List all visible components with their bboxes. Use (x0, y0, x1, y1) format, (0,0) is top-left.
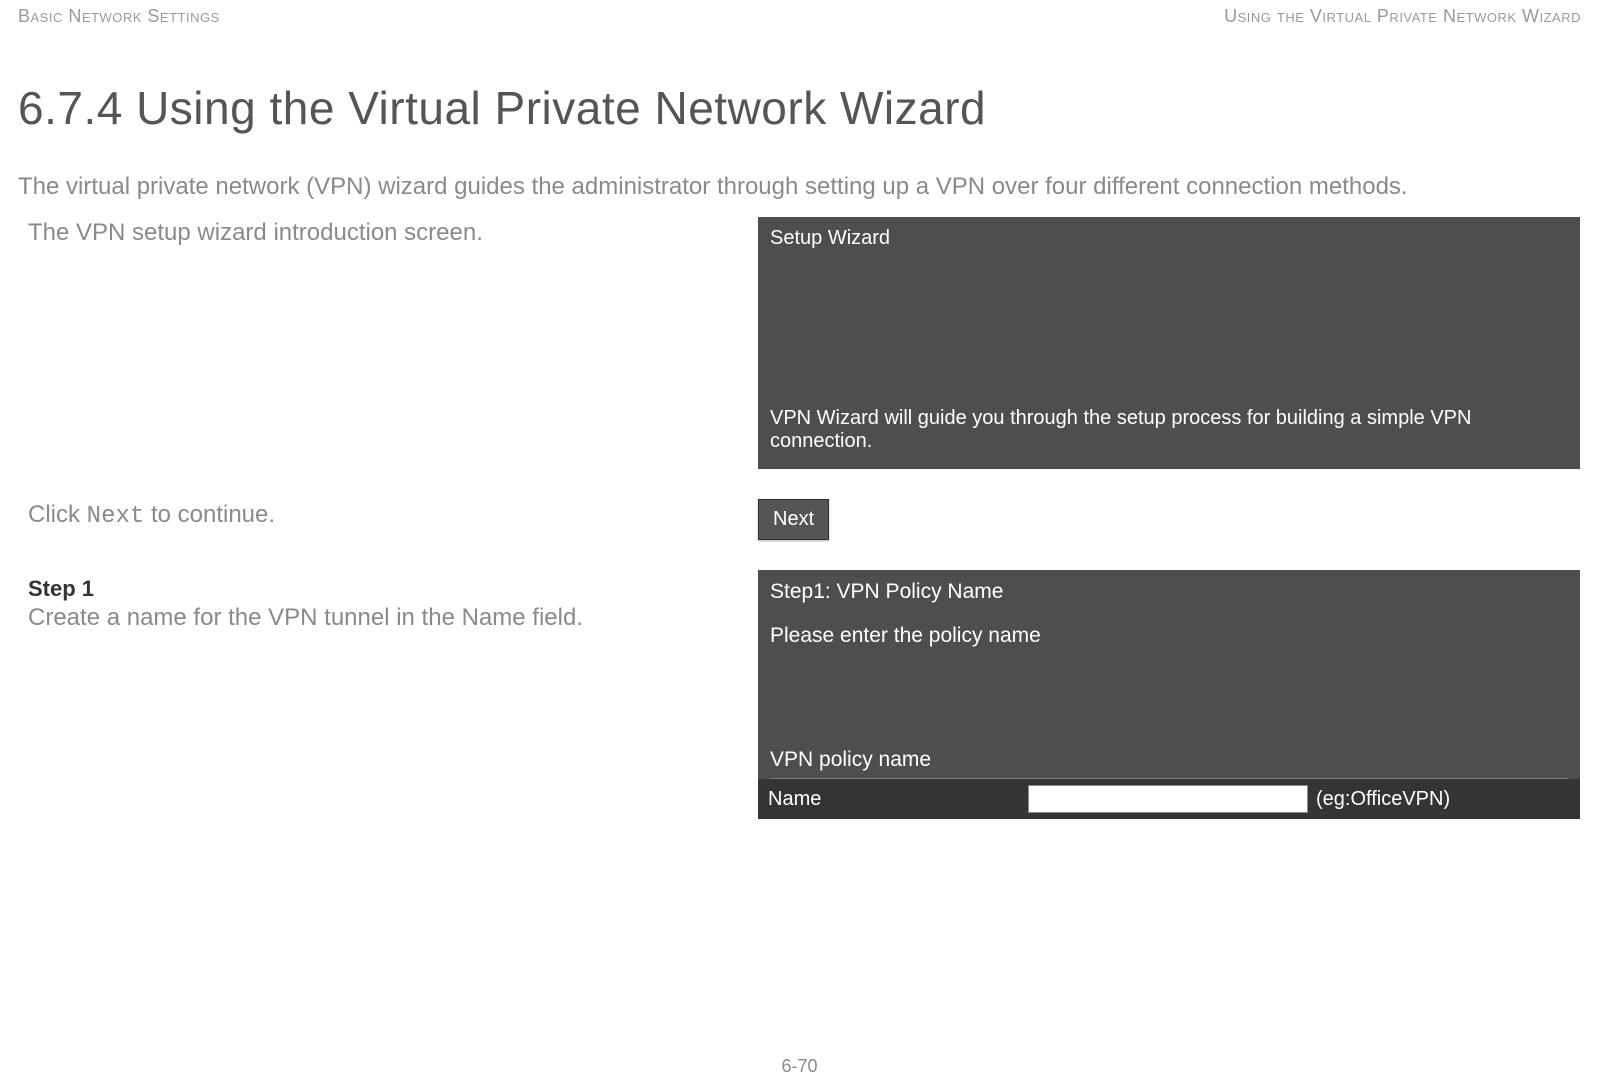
row-click-next: Click Next to continue. Next (18, 499, 1581, 540)
click-next-after: to continue. (144, 501, 275, 528)
next-button[interactable]: Next (758, 499, 829, 540)
wizard-intro-text: VPN Wizard will guide you through the se… (770, 407, 1572, 453)
click-next-caption: Click Next to continue. (18, 499, 738, 533)
wizard-intro-panel: Setup Wizard VPN Wizard will guide you t… (758, 217, 1580, 469)
section-heading: 6.7.4 Using the Virtual Private Network … (18, 81, 1581, 135)
intro-paragraph: The virtual private network (VPN) wizard… (18, 171, 1581, 203)
row-step1: Step 1 Create a name for the VPN tunnel … (18, 570, 1581, 819)
vpn-policy-name-label: VPN policy name (770, 748, 1568, 779)
name-hint: (eg:OfficeVPN) (1316, 788, 1450, 811)
row-intro: The VPN setup wizard introduction screen… (18, 217, 1581, 469)
wizard-intro-title: Setup Wizard (770, 227, 890, 250)
header-left: Basic Network Settings (18, 6, 220, 27)
click-next-before: Click (28, 501, 87, 528)
step1-caption: Create a name for the VPN tunnel in the … (18, 602, 738, 634)
step1-prompt: Please enter the policy name (770, 624, 1568, 648)
name-input[interactable] (1028, 785, 1308, 813)
step1-panel-title: Step1: VPN Policy Name (770, 580, 1568, 604)
name-field-label: Name (768, 788, 1028, 811)
step1-title: Step 1 (18, 576, 738, 602)
step1-panel: Step1: VPN Policy Name Please enter the … (758, 570, 1580, 819)
page-header: Basic Network Settings Using the Virtual… (18, 0, 1581, 41)
click-next-code: Next (87, 503, 145, 530)
intro-screen-caption: The VPN setup wizard introduction screen… (18, 217, 738, 249)
header-right: Using the Virtual Private Network Wizard (1224, 6, 1581, 27)
name-row: Name (eg:OfficeVPN) (758, 779, 1580, 819)
page-number: 6-70 (781, 1056, 817, 1077)
